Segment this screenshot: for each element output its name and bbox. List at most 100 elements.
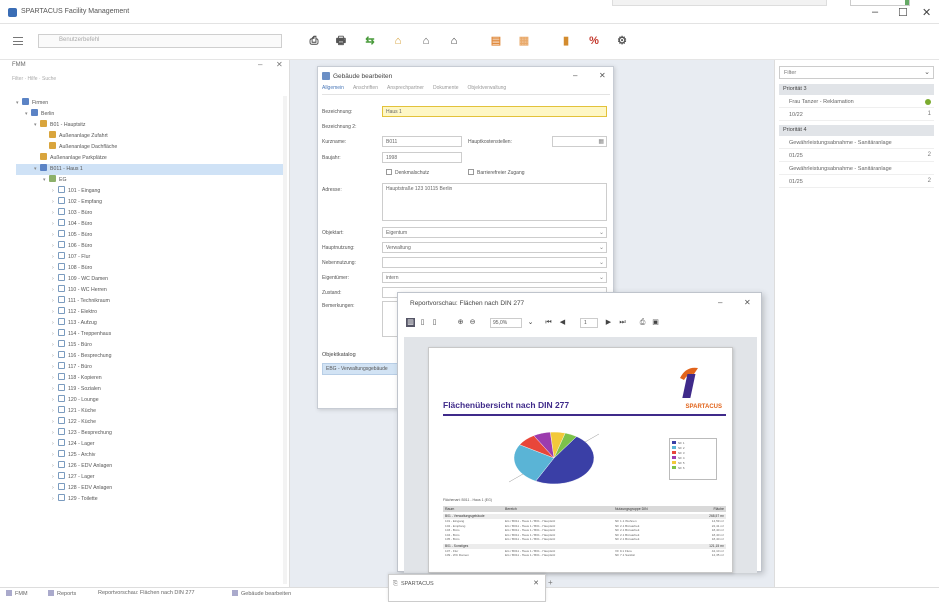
dialog-tab[interactable]: Ansprechpartner (387, 85, 424, 91)
tree-item[interactable]: › 129 - Toilette (16, 494, 284, 505)
command-search-input[interactable]: Benutzerbefehl (38, 34, 282, 48)
tree-item[interactable]: › 120 - Lounge (16, 395, 284, 406)
building-settings-icon[interactable]: ⌂ (446, 33, 462, 49)
hauptnutzung-select[interactable]: Verwaltung ⌄ (382, 242, 607, 253)
task-item[interactable]: 01/25 2 (779, 177, 934, 188)
bezeichnung-field[interactable]: Haus 1 (382, 106, 607, 117)
task-item[interactable]: 01/25 2 (779, 151, 934, 162)
close-button[interactable]: ✕ (922, 6, 931, 19)
building-icon[interactable]: ⌂ (418, 33, 434, 49)
printer-icon[interactable]: 🖶 (333, 33, 349, 49)
building-add-icon[interactable]: ⌂ (390, 33, 406, 49)
tree-item[interactable]: › 122 - Küche (16, 417, 284, 428)
tab-building-edit[interactable]: Gebäude bearbeiten (232, 590, 291, 597)
tree-item[interactable]: Außenanlage Parkplätze (16, 153, 284, 164)
tree-item[interactable]: › 112 - Elektro (16, 307, 284, 318)
task-item[interactable]: Gewährleistungsabnahme - Sanitäranlage (779, 138, 934, 149)
tree-item[interactable]: › 108 - Büro (16, 263, 284, 274)
task-item[interactable]: 10/22 1 (779, 110, 934, 121)
tree-item[interactable]: › 107 - Flur (16, 252, 284, 263)
menu-icon[interactable] (13, 37, 23, 45)
tab-reports[interactable]: Reports (48, 590, 76, 597)
eigentuemer-select[interactable]: intern ⌄ (382, 272, 607, 283)
zoom-out-icon[interactable]: ⊖ (468, 318, 477, 327)
tab-fmm[interactable]: FMM (6, 590, 28, 597)
report-settings-icon[interactable]: ⚙ (614, 33, 630, 49)
dialog-tab[interactable]: Allgemein (322, 85, 344, 91)
next-page-icon[interactable]: ▶ (604, 318, 613, 327)
add-tab-button[interactable]: + (548, 578, 560, 590)
tree-item[interactable]: › 102 - Empfang (16, 197, 284, 208)
tree-item[interactable]: › 127 - Lager (16, 472, 284, 483)
tree-item[interactable]: › 114 - Treppenhaus (16, 329, 284, 340)
kurzname-field[interactable]: B011 (382, 136, 462, 147)
grid-icon[interactable]: ▦ (516, 33, 532, 49)
print-preview-icon[interactable]: ⎙ (306, 33, 322, 49)
tree-item[interactable]: › 123 - Besprechung (16, 428, 284, 439)
panel-close-button[interactable]: ✕ (276, 60, 283, 69)
priority-group-header[interactable]: Priorität 4 (779, 125, 934, 136)
dialog-tab[interactable]: Anschriften (353, 85, 378, 91)
prev-page-icon[interactable]: ◀ (558, 318, 567, 327)
maximize-button[interactable]: ☐ (898, 6, 908, 19)
tree-item[interactable]: ▾ Berlin (16, 109, 284, 120)
panel-minimize-button[interactable]: – (258, 60, 262, 69)
tree-item[interactable]: Außenanlage Zufahrt (16, 131, 284, 142)
tree-item[interactable]: › 121 - Küche (16, 406, 284, 417)
panel-tabs[interactable]: Filter · Hilfe · Suche (12, 76, 56, 82)
more-icon[interactable]: ▦ (598, 138, 604, 145)
save-icon[interactable]: ▣ (651, 318, 660, 327)
tree-item[interactable]: › 109 - WC Damen (16, 274, 284, 285)
report-minimize-button[interactable]: – (718, 298, 722, 307)
task-item[interactable]: Frau Tanzer - Reklamation (779, 97, 934, 108)
denkmal-checkbox[interactable]: Denkmalschutz (386, 169, 429, 176)
nebennutzung-select[interactable]: ⌄ (382, 257, 607, 268)
tree-item[interactable]: › 124 - Lager (16, 439, 284, 450)
multi-page-icon[interactable]: ▯ (430, 318, 439, 327)
page-view-icon[interactable]: ▥ (406, 318, 415, 327)
tree-item[interactable]: › 117 - Büro (16, 362, 284, 373)
report-canvas[interactable]: SPARTACUS Flächenübersicht nach DIN 277 … (404, 337, 757, 573)
dialog-tab[interactable]: Objektverwaltung (468, 85, 507, 91)
objektart-select[interactable]: Eigentum ⌄ (382, 227, 607, 238)
kostenstelle-field[interactable]: ▦ (552, 136, 607, 147)
objektkatalog-row[interactable]: EBG - Verwaltungsgebäude (322, 363, 404, 375)
tree-item[interactable]: › 111 - Technikraum (16, 296, 284, 307)
tree-item[interactable]: › 125 - Archiv (16, 450, 284, 461)
zoom-select[interactable]: 95,0% (490, 318, 522, 328)
dialog-close-button[interactable]: ✕ (599, 71, 606, 80)
tree-item[interactable]: › 116 - Besprechung (16, 351, 284, 362)
first-page-icon[interactable]: ⏮ (544, 318, 553, 327)
tree-item[interactable]: › 106 - Büro (16, 241, 284, 252)
tree-item[interactable]: › 113 - Aufzug (16, 318, 284, 329)
last-page-icon[interactable]: ⏭ (618, 318, 627, 327)
tree-item[interactable]: › 105 - Büro (16, 230, 284, 241)
page-number-field[interactable]: 1 (580, 318, 598, 328)
print-icon[interactable]: ⎙ (638, 318, 647, 327)
chart-icon[interactable]: ▮ (558, 33, 574, 49)
priority-group-header[interactable]: Priorität 3 (779, 84, 934, 95)
filter-select[interactable]: Filter ⌄ (779, 66, 934, 79)
tab-report-preview[interactable]: Reportvorschau: Flächen nach DIN 277 (98, 590, 195, 596)
table-icon[interactable]: ▤ (488, 33, 504, 49)
tree-item[interactable]: › 110 - WC Herren (16, 285, 284, 296)
zoom-in-icon[interactable]: ⊕ (456, 318, 465, 327)
baujahr-field[interactable]: 1998 (382, 152, 462, 163)
tree-item[interactable]: › 103 - Büro (16, 208, 284, 219)
barrierefrei-checkbox[interactable]: Barrierefreier Zugang (468, 169, 525, 176)
tree-item[interactable]: ▾ Firmen (16, 98, 284, 109)
tree-scrollbar[interactable] (283, 96, 287, 584)
tree-item[interactable]: › 115 - Büro (16, 340, 284, 351)
task-item[interactable]: Gewährleistungsabnahme - Sanitäranlage (779, 164, 934, 175)
single-page-icon[interactable]: ▯ (418, 318, 427, 327)
tree-item[interactable]: › 104 - Büro (16, 219, 284, 230)
tree-item[interactable]: ▾ B01 - Hauptsitz (16, 120, 284, 131)
tree-item[interactable]: › 128 - EDV Anlagen (16, 483, 284, 494)
dialog-minimize-button[interactable]: – (573, 71, 577, 80)
minimized-window-close[interactable]: ✕ (533, 579, 539, 587)
adresse-field[interactable]: Hauptstraße 123 10115 Berlin (382, 183, 607, 221)
report-close-button[interactable]: ✕ (744, 298, 751, 307)
chevron-down-icon[interactable]: ⌄ (526, 318, 535, 327)
dialog-tab[interactable]: Dokumente (433, 85, 459, 91)
minimize-button[interactable]: – (872, 6, 878, 18)
